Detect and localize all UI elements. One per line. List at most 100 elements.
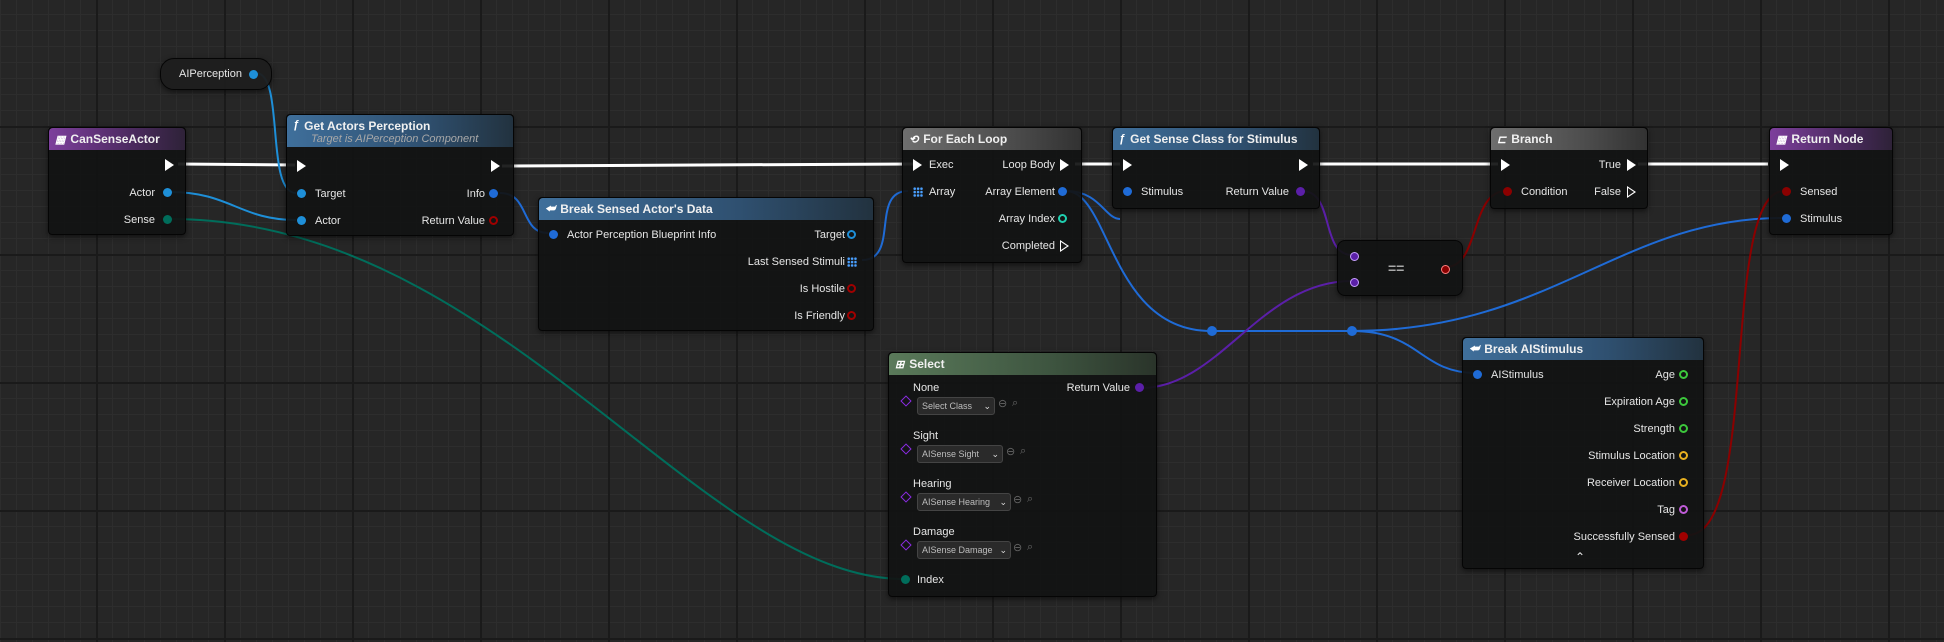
browse-search-icon[interactable]: ⌕ [1027,541,1033,554]
option-hearing-pin[interactable] [900,491,912,503]
aistimulus-pin-label: AIStimulus [1491,369,1544,381]
array-element-pin-label: Array Element [985,186,1055,198]
exec-in-pin[interactable] [913,159,922,171]
sense-output-pin[interactable] [163,215,172,224]
return-value-pin-label: Return Value [1225,186,1289,198]
collapse-chevron-up-icon[interactable]: ⌃ [1575,550,1585,564]
exec-out-pin[interactable] [1299,159,1308,171]
use-selected-icon[interactable]: ⊖ [1013,493,1022,506]
option-damage-pin[interactable] [900,539,912,551]
option-sight-class-dropdown[interactable]: AISense Sight ⌄ [917,445,1003,463]
stimulus-input-pin[interactable] [1123,187,1132,196]
exec-in-pin[interactable] [1123,159,1132,171]
struct-wire [1351,330,1477,374]
can-sense-actor-node[interactable]: ▦ CanSenseActor Actor Sense [48,127,186,235]
browse-search-icon[interactable]: ⌕ [1012,397,1018,410]
sensed-pin-label: Sensed [1800,186,1838,198]
option-sight-pin[interactable] [900,443,912,455]
successfully-sensed-output-pin[interactable] [1679,532,1688,541]
target-output-pin[interactable] [847,230,856,239]
index-input-pin[interactable] [901,575,910,584]
blueprint-graph-canvas[interactable]: AIPerception ▦ CanSenseActor Actor Sense … [0,0,1944,642]
true-exec-pin[interactable] [1627,159,1636,171]
is-friendly-pin-label: Is Friendly [794,310,845,322]
array-index-output-pin[interactable] [1058,214,1067,223]
exec-in-pin[interactable] [1780,159,1789,171]
tag-output-pin[interactable] [1679,505,1688,514]
return-value-output-pin[interactable] [1135,383,1144,392]
exec-in-pin[interactable] [297,160,306,172]
equals-operator-label: == [1388,260,1405,276]
return-value-output-pin[interactable] [489,216,498,225]
chevron-down-icon: ⌄ [991,449,999,459]
perception-info-pin-label: Actor Perception Blueprint Info [567,229,717,241]
exec-in-pin[interactable] [1501,159,1510,171]
aistimulus-input-pin[interactable] [1473,370,1482,379]
option-none-class-dropdown[interactable]: Select Class ⌄ [917,397,995,415]
equals-b-input-pin[interactable] [1350,278,1359,287]
equals-node[interactable]: == [1337,240,1463,296]
array-input-pin[interactable] [913,187,923,197]
option-hearing-class-dropdown[interactable]: AISense Hearing ⌄ [917,493,1011,511]
equals-output-pin[interactable] [1441,265,1450,274]
equals-a-input-pin[interactable] [1350,252,1359,261]
break-aistimulus-title: Break AIStimulus [1484,342,1584,356]
strength-output-pin[interactable] [1679,424,1688,433]
option-none-pin[interactable] [900,395,912,407]
sensed-input-pin[interactable] [1782,187,1791,196]
completed-exec-pin[interactable] [1060,240,1069,252]
select-node[interactable]: ⊞ Select Return Value None Select Class ⌄ … [888,352,1157,597]
use-selected-icon[interactable]: ⊖ [1013,541,1022,554]
break-aistimulus-node[interactable]: ⮨ Break AIStimulus AIStimulus Age Expirat… [1462,337,1704,569]
tag-pin-label: Tag [1657,504,1675,516]
select-icon: ⊞ [895,358,905,371]
expiration-age-output-pin[interactable] [1679,397,1688,406]
stimulus-location-output-pin[interactable] [1679,451,1688,460]
stimulus-input-pin[interactable] [1782,214,1791,223]
select-title: Select [909,357,945,371]
last-sensed-stimuli-array-pin[interactable] [847,257,857,267]
option-none-label: None [913,382,940,394]
break-sensed-header: ⮨ Break Sensed Actor's Data [539,198,873,220]
target-input-pin[interactable] [297,189,306,198]
is-hostile-output-pin[interactable] [847,284,856,293]
select-header: ⊞ Select [889,353,1156,375]
branch-node[interactable]: ⊏ Branch True Condition False [1490,127,1648,209]
aiperception-output-pin[interactable] [249,70,258,79]
info-output-pin[interactable] [489,189,498,198]
aiperception-variable-node[interactable]: AIPerception [160,58,272,90]
reroute-knot[interactable] [1207,326,1217,336]
chevron-down-icon: ⌄ [999,497,1007,507]
actor-output-pin[interactable] [163,188,172,197]
reroute-knot[interactable] [1347,326,1357,336]
return-value-output-pin[interactable] [1296,187,1305,196]
option-damage-class-dropdown[interactable]: AISense Damage ⌄ [917,541,1011,559]
exec-out-pin[interactable] [165,159,174,171]
condition-input-pin[interactable] [1503,187,1512,196]
return-node[interactable]: ▦ Return Node Sensed Stimulus [1769,127,1893,235]
false-exec-pin[interactable] [1627,186,1636,198]
get-sense-class-header: ƒ Get Sense Class for Stimulus [1113,128,1319,150]
is-friendly-output-pin[interactable] [847,311,856,320]
age-output-pin[interactable] [1679,370,1688,379]
use-selected-icon[interactable]: ⊖ [998,397,1007,410]
break-sensed-actors-data-node[interactable]: ⮨ Break Sensed Actor's Data Actor Percept… [538,197,874,331]
age-pin-label: Age [1655,369,1675,381]
actor-input-pin[interactable] [297,216,306,225]
for-each-loop-node[interactable]: ⟲ For Each Loop Exec Loop Body Array Arra… [902,127,1082,263]
break-struct-icon: ⮨ [545,202,556,215]
get-sense-class-node[interactable]: ƒ Get Sense Class for Stimulus Stimulus R… [1112,127,1320,209]
receiver-location-output-pin[interactable] [1679,478,1688,487]
array-index-pin-label: Array Index [998,213,1055,225]
array-element-output-pin[interactable] [1058,187,1067,196]
browse-search-icon[interactable]: ⌕ [1027,493,1033,506]
stimulus-pin-label: Stimulus [1141,186,1184,198]
get-actors-perception-node[interactable]: ƒ Get Actors Perception Target is AIPerce… [286,114,514,236]
loop-icon: ⟲ [909,133,919,146]
loop-body-exec-pin[interactable] [1060,159,1069,171]
browse-search-icon[interactable]: ⌕ [1020,445,1026,458]
perception-info-input-pin[interactable] [549,230,558,239]
exec-out-pin[interactable] [491,160,500,172]
option-hearing-value: AISense Hearing [922,497,991,507]
use-selected-icon[interactable]: ⊖ [1006,445,1015,458]
